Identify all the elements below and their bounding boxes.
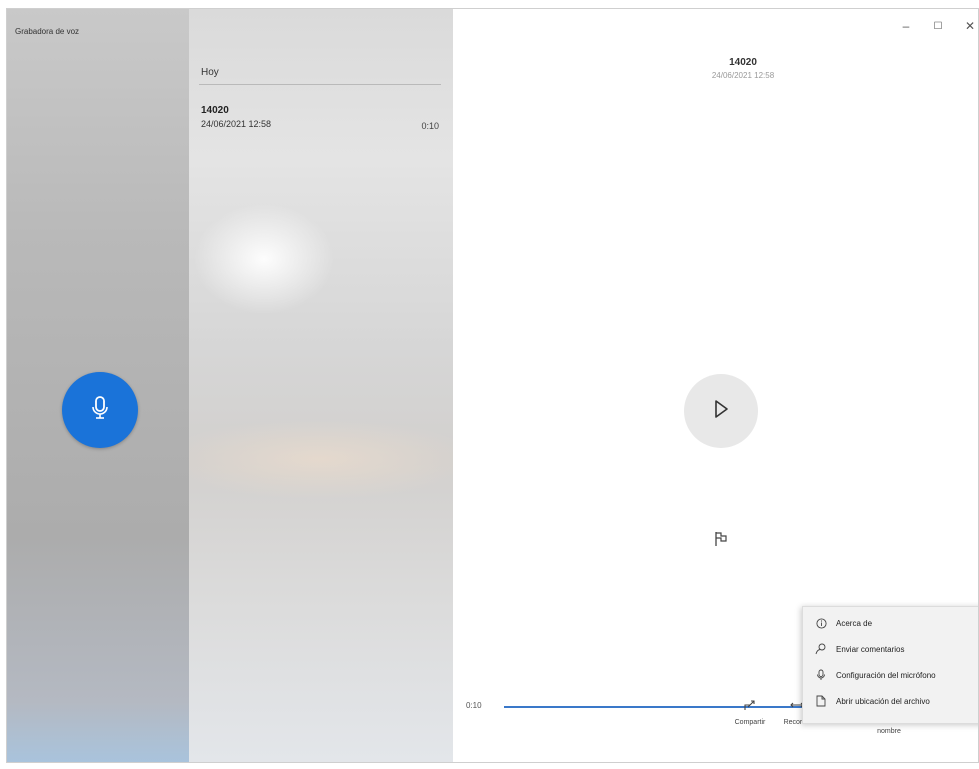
flag-icon [713, 531, 729, 552]
minimize-button[interactable]: – [894, 19, 918, 33]
share-button[interactable]: Compartir [726, 699, 774, 727]
divider [199, 84, 441, 85]
menu-item-about[interactable]: Acerca de › [803, 611, 978, 635]
rename-label-line2: nombre [877, 728, 901, 735]
menu-item-open-file-location[interactable]: Abrir ubicación del archivo [803, 689, 978, 713]
microphone-icon [814, 668, 828, 682]
recording-title: 14020 [729, 57, 757, 68]
file-icon [814, 694, 828, 708]
info-icon [814, 616, 828, 630]
feedback-icon [814, 642, 828, 656]
play-button[interactable] [684, 374, 758, 448]
share-label: Compartir [734, 719, 766, 726]
close-button[interactable]: ✕ [958, 19, 978, 33]
recording-date: 24/06/2021 12:58 [201, 119, 272, 129]
elapsed-time: 0:10 [466, 701, 482, 710]
list-item[interactable]: 14020 24/06/2021 12:58 0:10 [199, 101, 441, 149]
menu-item-feedback[interactable]: Enviar comentarios [803, 637, 978, 661]
menu-item-microphone-settings[interactable]: Configuración del micrófono [803, 663, 978, 687]
menu-item-label: Enviar comentarios [836, 644, 905, 654]
play-icon [712, 399, 730, 424]
menu-item-label: Configuración del micrófono [836, 670, 936, 680]
recording-duration: 0:10 [421, 121, 439, 131]
group-label-today: Hoy [201, 67, 219, 78]
menu-item-label: Acerca de [836, 618, 873, 628]
record-pane: Grabadora de voz [7, 9, 189, 762]
recording-name: 14020 [201, 105, 229, 116]
add-marker-button[interactable] [711, 531, 731, 551]
share-icon [743, 698, 757, 717]
microphone-icon [89, 395, 111, 426]
record-button[interactable] [62, 372, 138, 448]
maximize-button[interactable]: ☐ [926, 21, 950, 32]
app-title: Grabadora de voz [15, 27, 80, 36]
recording-timestamp: 24/06/2021 12:58 [711, 71, 775, 80]
recordings-list: Hoy 14020 24/06/2021 12:58 0:10 [189, 9, 453, 762]
app-window: Grabadora de voz Hoy 14020 24/06/2021 12… [6, 8, 979, 763]
overflow-menu: Acerca de › Enviar comentarios Configura… [802, 606, 978, 724]
menu-item-label: Abrir ubicación del archivo [836, 696, 930, 706]
